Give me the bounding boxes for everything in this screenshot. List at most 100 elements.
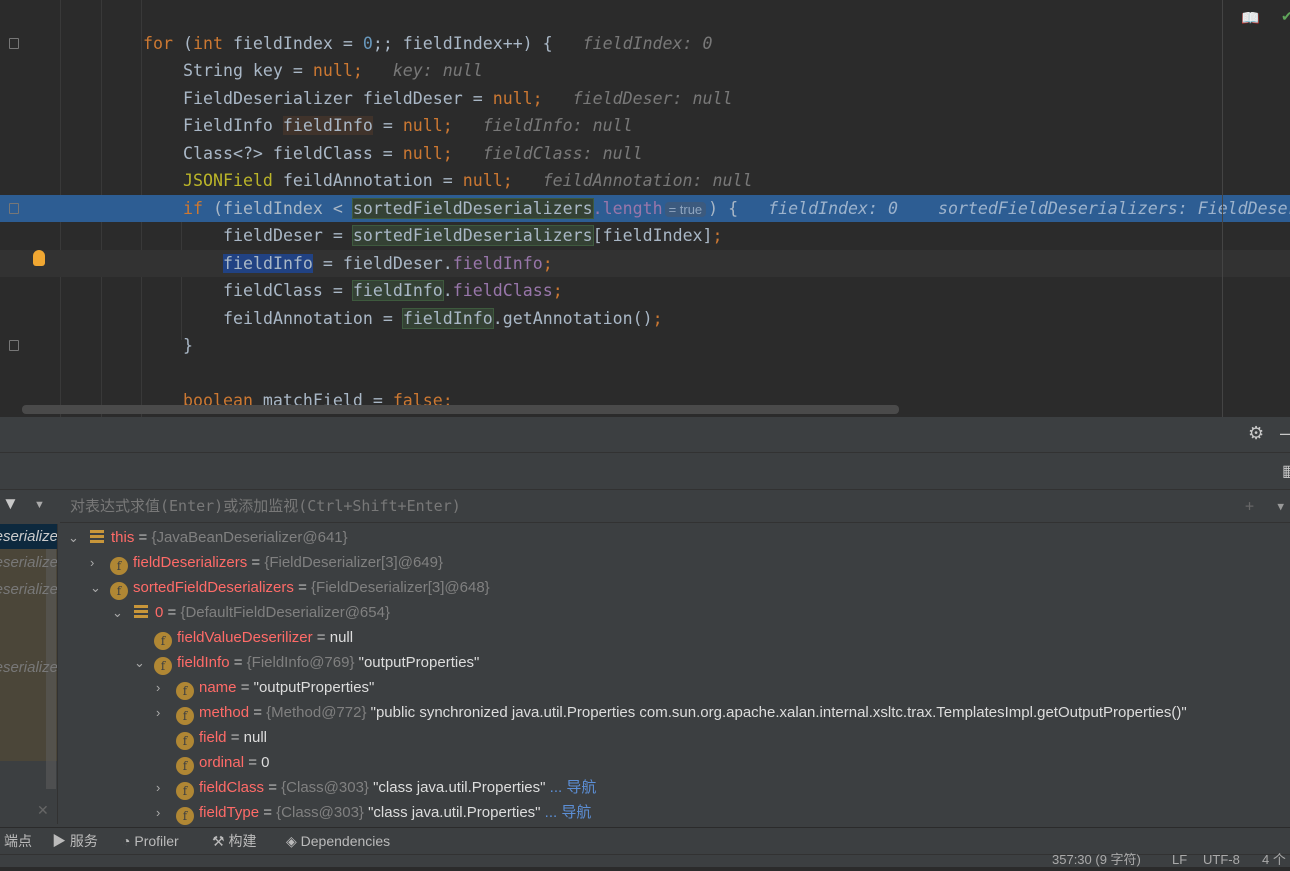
tab-dependencies[interactable]: ◈ Dependencies	[286, 828, 390, 855]
code-token: FieldInfo	[183, 116, 283, 135]
var-name: fieldInfo	[177, 654, 230, 671]
tree-row[interactable]: ⌄ 0 = {DefaultFieldDeserializer@654}	[112, 600, 390, 625]
build-icon: ⚒	[212, 833, 229, 849]
tree-row[interactable]: › f fieldDeserializers = {FieldDeserialize…	[90, 550, 443, 575]
cursor-position[interactable]: 357:30 (9 字符)	[1052, 849, 1141, 871]
tree-row[interactable]: f field = null	[156, 725, 267, 750]
file-encoding[interactable]: UTF-8	[1203, 849, 1240, 871]
var-ref: {DefaultFieldDeserializer@654}	[180, 604, 390, 621]
minimize-icon[interactable]: –	[1280, 423, 1290, 444]
code-line[interactable]: fieldDeser = sortedFieldDeserializers[fi…	[0, 222, 1290, 249]
frame-item[interactable]: eserialize	[0, 524, 57, 549]
chevron-right-icon[interactable]: ›	[156, 800, 176, 825]
tab-breakpoints[interactable]: 端点	[4, 828, 32, 855]
code-token: fieldClass	[452, 281, 553, 300]
chevron-down-icon[interactable]: ⌄	[112, 600, 132, 625]
tree-row[interactable]: ⌄ f sortedFieldDeserializers = {FieldDeser…	[90, 575, 490, 600]
filter-dropdown-icon[interactable]: ▼	[34, 499, 45, 511]
filter-icon[interactable]: ▼	[2, 494, 19, 514]
var-name: fieldClass	[199, 779, 265, 796]
code-token: (fieldIndex <	[202, 199, 353, 218]
check-icon: ✔	[1281, 8, 1290, 24]
tab-services[interactable]: ▶ 服务	[52, 828, 98, 855]
code-token: ;	[712, 226, 723, 245]
field-icon: f	[176, 732, 194, 750]
var-name: 0	[155, 604, 164, 621]
code-token: = fieldDeser.	[312, 254, 453, 273]
var-name: sortedFieldDeserializers	[133, 579, 294, 596]
code-token: ;	[502, 171, 513, 190]
code-token: fieldInfo	[452, 254, 543, 273]
chevron-right-icon[interactable]: ›	[156, 775, 176, 800]
chevron-right-icon[interactable]: ›	[156, 700, 176, 725]
close-icon[interactable]: ✕	[37, 802, 49, 819]
frame-item[interactable]: eserialize	[0, 655, 57, 680]
code-token: fieldIndex =	[222, 34, 363, 53]
var-value: null	[243, 729, 267, 746]
tree-row[interactable]: ⌄ f fieldInfo = {FieldInfo@769} "outputPro…	[134, 650, 479, 675]
code-line[interactable]: for (int fieldIndex = 0;; fieldIndex++) …	[0, 30, 1290, 57]
code-line[interactable]: FieldDeserializer fieldDeser = null; fie…	[0, 85, 1290, 112]
settings-gear-icon[interactable]: ⚙	[1248, 423, 1264, 444]
debug-toolbar: ⚙ –	[0, 417, 1290, 453]
code-line[interactable]: Class<?> fieldClass = null; fieldClass: …	[0, 140, 1290, 167]
field-icon: f	[176, 707, 194, 725]
evaluate-expression-input[interactable]: 对表达式求值(Enter)或添加监视(Ctrl+Shift+Enter) + ▼	[60, 490, 1290, 523]
tree-row[interactable]: › f fieldType = {Class@303} "class java.ut…	[156, 800, 591, 825]
navigate-link[interactable]: ... 导航	[550, 779, 597, 796]
tab-profiler[interactable]: ◔ Profiler	[122, 828, 179, 855]
code-token: JSONField	[183, 171, 273, 190]
fold-icon[interactable]	[9, 38, 19, 49]
code-line[interactable]: feildAnnotation = fieldInfo.getAnnotatio…	[0, 305, 1290, 332]
code-line[interactable]: FieldInfo fieldInfo = null; fieldInfo: n…	[0, 112, 1290, 139]
field-icon: f	[176, 757, 194, 775]
reader-mode-icon[interactable]: 📖	[1241, 9, 1260, 27]
tree-row[interactable]: f fieldValueDeserilizer = null	[134, 625, 353, 650]
navigate-link[interactable]: ... 导航	[545, 804, 592, 821]
tree-row[interactable]: f ordinal = 0	[156, 750, 269, 775]
code-line[interactable]	[0, 360, 1290, 387]
layout-icon[interactable]: ▦	[1282, 461, 1290, 481]
var-value: null	[329, 629, 354, 646]
tree-row[interactable]: ⌄ this = {JavaBeanDeserializer@641}	[68, 525, 348, 550]
line-separator[interactable]: LF	[1172, 849, 1187, 871]
code-token: feildAnnotation =	[223, 309, 403, 328]
fold-icon[interactable]	[9, 340, 19, 351]
inline-debug-value: fieldIndex: 0	[552, 34, 713, 53]
code-token: int	[192, 34, 223, 53]
code-line[interactable]: fieldInfo = fieldDeser.fieldInfo;	[0, 250, 1290, 277]
watch-dropdown-icon[interactable]: ▼	[1277, 490, 1284, 523]
code-line[interactable]: String key = null; key: null	[0, 57, 1290, 84]
frame-item[interactable]: eserialize	[0, 550, 57, 575]
chevron-down-icon[interactable]: ⌄	[68, 525, 88, 550]
code-token: ;	[532, 89, 543, 108]
tree-row[interactable]: › f method = {Method@772} "public synchron…	[156, 700, 1187, 725]
horizontal-scrollbar[interactable]	[22, 405, 899, 414]
code-editor[interactable]: for (int fieldIndex = 0;; fieldIndex++) …	[0, 0, 1290, 417]
add-watch-icon[interactable]: +	[1245, 490, 1254, 523]
tab-build[interactable]: ⚒ 构建	[212, 828, 256, 855]
field-icon: f	[154, 657, 172, 675]
chevron-right-icon[interactable]: ›	[156, 675, 176, 700]
code-line[interactable]: fieldClass = fieldInfo.fieldClass;	[0, 277, 1290, 304]
code-token: null	[462, 171, 503, 190]
code-line[interactable]: JSONField feildAnnotation = null; feildA…	[0, 167, 1290, 194]
tree-row[interactable]: › f name = "outputProperties"	[156, 675, 374, 700]
chevron-down-icon[interactable]: ⌄	[90, 575, 110, 600]
code-token: null	[312, 61, 353, 80]
code-token: (	[172, 34, 193, 53]
code-line[interactable]: if (fieldIndex < sortedFieldDeserializer…	[0, 195, 1290, 222]
frame-item[interactable]: eserialize	[0, 577, 57, 602]
tree-row[interactable]: › f fieldClass = {Class@303} "class java.u…	[156, 775, 596, 800]
code-token: fieldInfo	[282, 116, 373, 135]
chevron-down-icon[interactable]: ⌄	[134, 650, 154, 675]
var-ref: {Method@772}	[266, 704, 367, 721]
code-line[interactable]: }	[0, 332, 1290, 359]
watch-placeholder: 对表达式求值(Enter)或添加监视(Ctrl+Shift+Enter)	[70, 497, 461, 515]
inline-debug-value: fieldInfo: null	[452, 116, 633, 135]
indent-setting[interactable]: 4 个	[1262, 849, 1286, 871]
breakpoint-fold-icon[interactable]	[9, 203, 19, 214]
lightbulb-icon[interactable]	[33, 250, 45, 266]
chevron-right-icon[interactable]: ›	[90, 550, 110, 575]
status-bar: 357:30 (9 字符) LF UTF-8 4 个	[0, 852, 1290, 867]
